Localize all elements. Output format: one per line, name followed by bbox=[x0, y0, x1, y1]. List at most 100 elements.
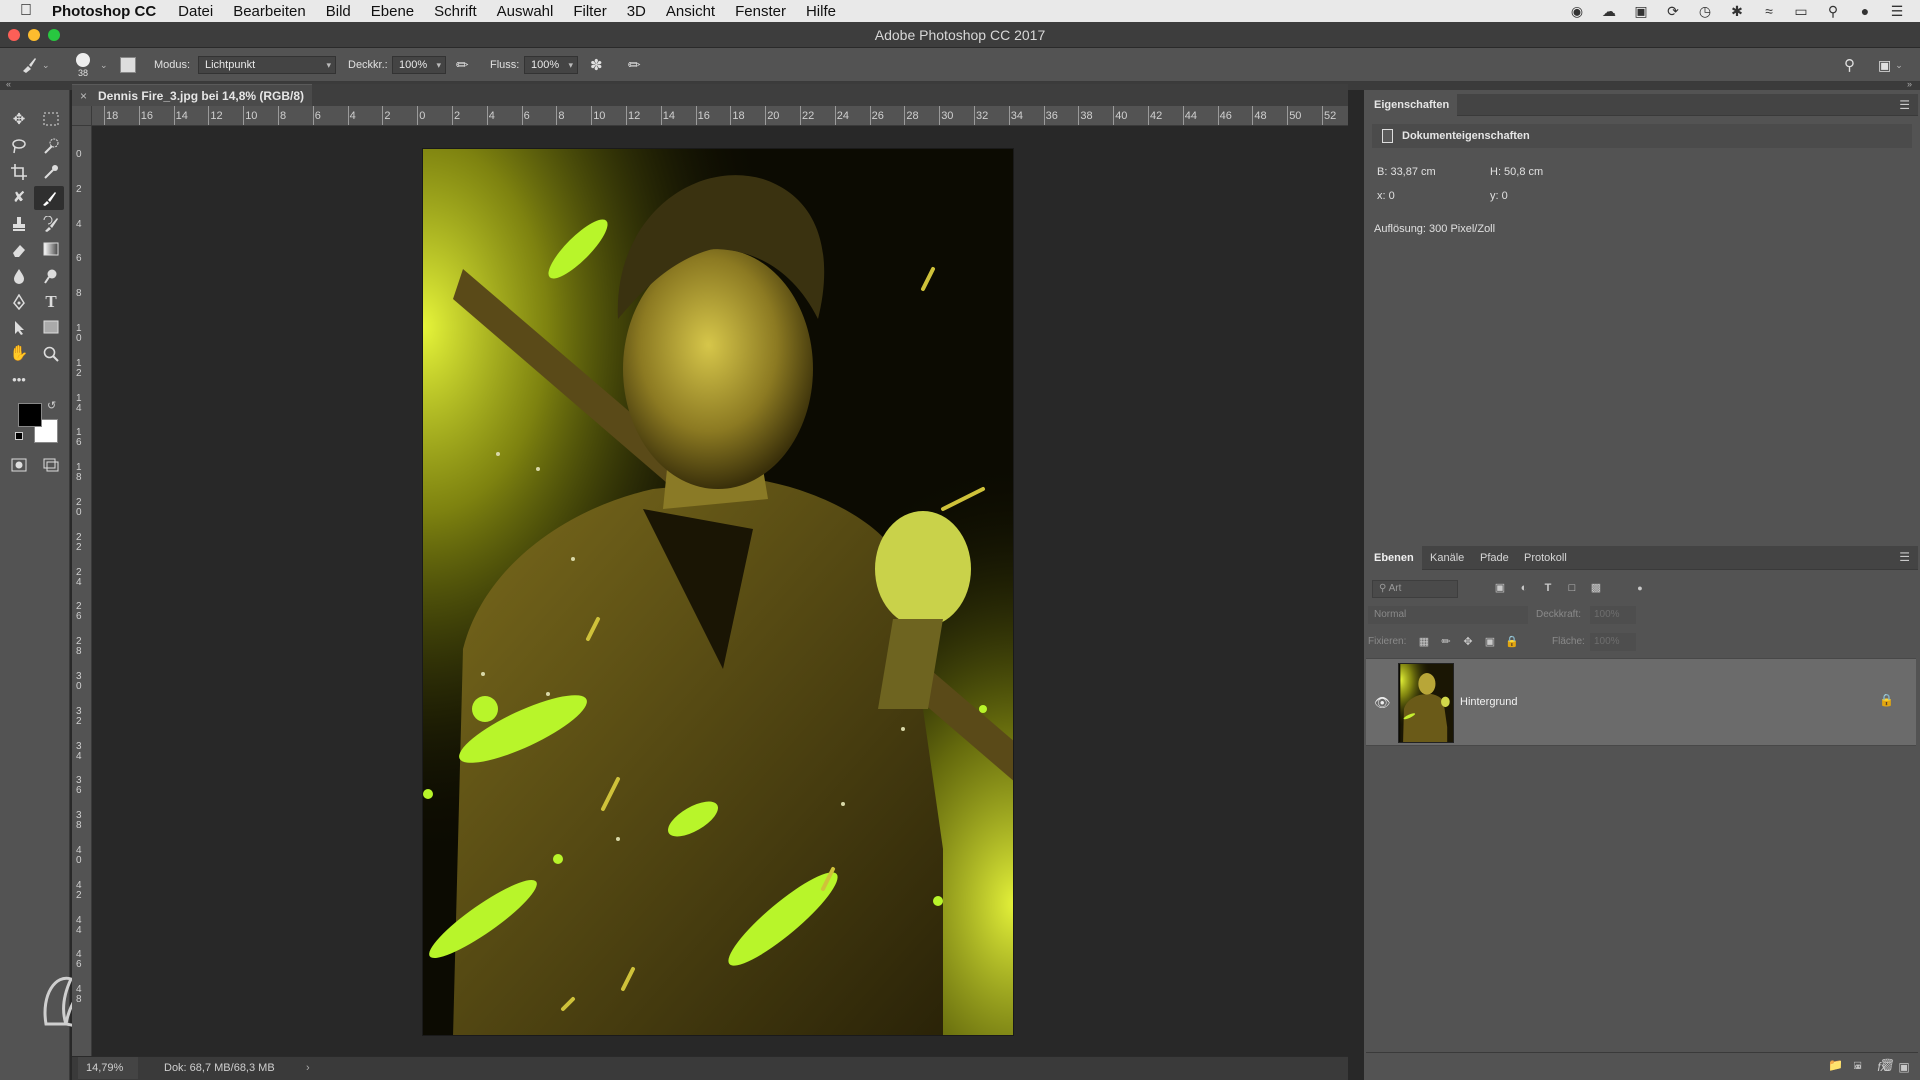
menu-bild[interactable]: Bild bbox=[326, 3, 351, 20]
layer-name[interactable]: Hintergrund bbox=[1460, 696, 1517, 708]
zoom-tool-icon[interactable] bbox=[38, 342, 64, 366]
menu-bearbeiten[interactable]: Bearbeiten bbox=[233, 3, 306, 20]
canvas-area[interactable] bbox=[92, 126, 1348, 1056]
pressure-opacity-icon[interactable]: ✏ bbox=[456, 48, 469, 82]
history-brush-tool-icon[interactable] bbox=[38, 212, 64, 236]
fill-field[interactable]: 100% bbox=[1590, 633, 1636, 651]
quick-mask-icon[interactable] bbox=[6, 454, 32, 478]
brush-tool-preset-icon[interactable]: ⌄ bbox=[20, 48, 50, 82]
flow-field[interactable]: 100% ▾ bbox=[524, 56, 578, 74]
ruler-corner[interactable] bbox=[72, 106, 92, 126]
airbrush-icon[interactable]: ✽ bbox=[590, 48, 603, 82]
rectangle-tool-icon[interactable] bbox=[38, 316, 64, 340]
default-colors-icon[interactable] bbox=[15, 432, 23, 440]
tab-protokoll[interactable]: Protokoll bbox=[1516, 546, 1575, 570]
menu-datei[interactable]: Datei bbox=[178, 3, 213, 20]
pressure-size-icon[interactable]: ✏ bbox=[628, 48, 641, 82]
screen-mode-icon[interactable] bbox=[38, 454, 64, 478]
sync-status-icon[interactable]: ⟳ bbox=[1664, 2, 1682, 20]
clone-stamp-tool-icon[interactable] bbox=[6, 212, 32, 236]
eyedropper-tool-icon[interactable] bbox=[38, 160, 64, 184]
zoom-level-field[interactable]: 14,79% bbox=[78, 1057, 138, 1079]
gradient-tool-icon[interactable] bbox=[38, 238, 64, 262]
move-tool-icon[interactable]: ✥ bbox=[6, 108, 32, 132]
spotlight-search-icon[interactable]: ⚲ bbox=[1824, 2, 1842, 20]
document-tab[interactable]: × Dennis Fire_3.jpg bei 14,8% (RGB/8) bbox=[72, 84, 312, 106]
app-menu[interactable]: Photoshop CC bbox=[52, 3, 156, 20]
new-group-icon[interactable]: 📁 bbox=[1828, 1058, 1843, 1072]
brush-panel-toggle-icon[interactable] bbox=[120, 48, 136, 82]
brush-size-picker[interactable]: 38 bbox=[76, 48, 90, 82]
filter-toggle-icon[interactable]: ● bbox=[1632, 580, 1648, 596]
workspace-switcher-icon[interactable]: ▣ ⌄ bbox=[1878, 48, 1903, 82]
more-tools-icon[interactable]: ••• bbox=[6, 368, 32, 392]
filter-smart-objects-icon[interactable]: ▩ bbox=[1588, 580, 1604, 596]
healing-brush-tool-icon[interactable]: ✘ bbox=[6, 186, 32, 210]
chevron-down-icon[interactable]: ⌄ bbox=[100, 48, 108, 82]
panel-menu-icon[interactable]: ☰ bbox=[1899, 550, 1910, 564]
record-status-icon[interactable]: ◉ bbox=[1568, 2, 1586, 20]
brush-tool-icon[interactable] bbox=[34, 186, 64, 210]
lasso-tool-icon[interactable] bbox=[6, 134, 32, 158]
lock-all-icon[interactable]: 🔒 bbox=[1504, 634, 1520, 650]
opacity-field[interactable]: 100% ▾ bbox=[392, 56, 446, 74]
panel-menu-icon[interactable]: ☰ bbox=[1899, 98, 1910, 112]
tab-pfade[interactable]: Pfade bbox=[1472, 546, 1517, 570]
quick-selection-tool-icon[interactable] bbox=[38, 134, 64, 158]
menu-auswahl[interactable]: Auswahl bbox=[497, 3, 554, 20]
filter-type-layers-icon[interactable]: T bbox=[1540, 580, 1556, 596]
tab-eigenschaften[interactable]: Eigenschaften bbox=[1366, 94, 1458, 116]
pen-tool-icon[interactable] bbox=[6, 290, 32, 314]
vertical-ruler[interactable]: 0 2 4 6 8 1 0 1 2 1 4 1 6 1 8 2 0 2 2 2 4 2 6 2 8 3 0 3 … bbox=[72, 126, 92, 1056]
creative-cloud-icon[interactable]: ☁ bbox=[1600, 2, 1618, 20]
close-tab-icon[interactable]: × bbox=[80, 85, 87, 107]
blend-mode-dropdown[interactable]: Lichtpunkt ▾ bbox=[198, 56, 336, 74]
layer-blend-mode-dropdown[interactable]: Normal bbox=[1368, 606, 1528, 624]
lock-transparent-icon[interactable]: ▦ bbox=[1416, 634, 1432, 650]
eraser-tool-icon[interactable] bbox=[6, 238, 32, 262]
menu-3d[interactable]: 3D bbox=[627, 3, 646, 20]
horizontal-ruler[interactable]: 18 16 14 12 10 8 6 4 2 0 2 4 6 8 10 12 14 16 18 20 22 24 26 28 3… bbox=[92, 106, 1348, 126]
swap-colors-icon[interactable]: ↺ bbox=[47, 399, 56, 412]
blur-tool-icon[interactable] bbox=[6, 264, 32, 288]
type-tool-icon[interactable]: T bbox=[38, 290, 64, 314]
lock-artboard-icon[interactable]: ▣ bbox=[1482, 634, 1498, 650]
foreground-color-swatch[interactable] bbox=[18, 403, 42, 427]
delete-layer-icon[interactable]: 🗑 bbox=[1880, 1058, 1895, 1072]
bluetooth-icon[interactable]: ✱ bbox=[1728, 2, 1746, 20]
crop-tool-icon[interactable] bbox=[6, 160, 32, 184]
airplay-icon[interactable]: ▭ bbox=[1792, 2, 1810, 20]
wifi-icon[interactable]: ≈ bbox=[1760, 2, 1778, 20]
marquee-tool-icon[interactable] bbox=[38, 108, 64, 132]
lock-image-icon[interactable]: ✏ bbox=[1438, 634, 1454, 650]
filter-shape-layers-icon[interactable]: □ bbox=[1564, 580, 1580, 596]
filter-pixel-layers-icon[interactable]: ▣ bbox=[1492, 580, 1508, 596]
filter-adjustment-layers-icon[interactable]: ◐ bbox=[1516, 580, 1532, 596]
document-canvas[interactable] bbox=[422, 148, 1014, 1036]
menu-fenster[interactable]: Fenster bbox=[735, 3, 786, 20]
lock-position-icon[interactable]: ✥ bbox=[1460, 634, 1476, 650]
menu-schrift[interactable]: Schrift bbox=[434, 3, 477, 20]
collapse-left-icon[interactable]: « bbox=[6, 79, 11, 89]
layer-row[interactable]: 👁 Hintergrund 🔒 bbox=[1366, 658, 1916, 746]
tab-kanaele[interactable]: Kanäle bbox=[1422, 546, 1472, 570]
path-selection-tool-icon[interactable] bbox=[6, 316, 32, 340]
layer-filter-dropdown[interactable]: ⚲ Art bbox=[1372, 580, 1458, 598]
tab-ebenen[interactable]: Ebenen bbox=[1366, 546, 1422, 570]
notification-center-icon[interactable]: ☰ bbox=[1888, 2, 1906, 20]
siri-icon[interactable]: ● bbox=[1856, 2, 1874, 20]
status-menu-arrow-icon[interactable]: › bbox=[306, 1057, 310, 1079]
layer-opacity-field[interactable]: 100% bbox=[1590, 606, 1636, 624]
menu-filter[interactable]: Filter bbox=[573, 3, 606, 20]
new-layer-icon[interactable]: □ bbox=[1854, 1058, 1861, 1072]
menu-ansicht[interactable]: Ansicht bbox=[666, 3, 715, 20]
camera-status-icon[interactable]: ▣ bbox=[1632, 2, 1650, 20]
search-icon[interactable]: ⚲ bbox=[1844, 48, 1855, 82]
visibility-eye-icon[interactable]: 👁 bbox=[1374, 695, 1391, 711]
time-machine-icon[interactable]: ◷ bbox=[1696, 2, 1714, 20]
hand-tool-icon[interactable]: ✋ bbox=[6, 342, 32, 366]
menu-hilfe[interactable]: Hilfe bbox=[806, 3, 836, 20]
apple-menu-icon[interactable]:  bbox=[0, 2, 52, 20]
dodge-tool-icon[interactable] bbox=[38, 264, 64, 288]
document-size-info[interactable]: Dok: 68,7 MB/68,3 MB bbox=[164, 1057, 275, 1079]
